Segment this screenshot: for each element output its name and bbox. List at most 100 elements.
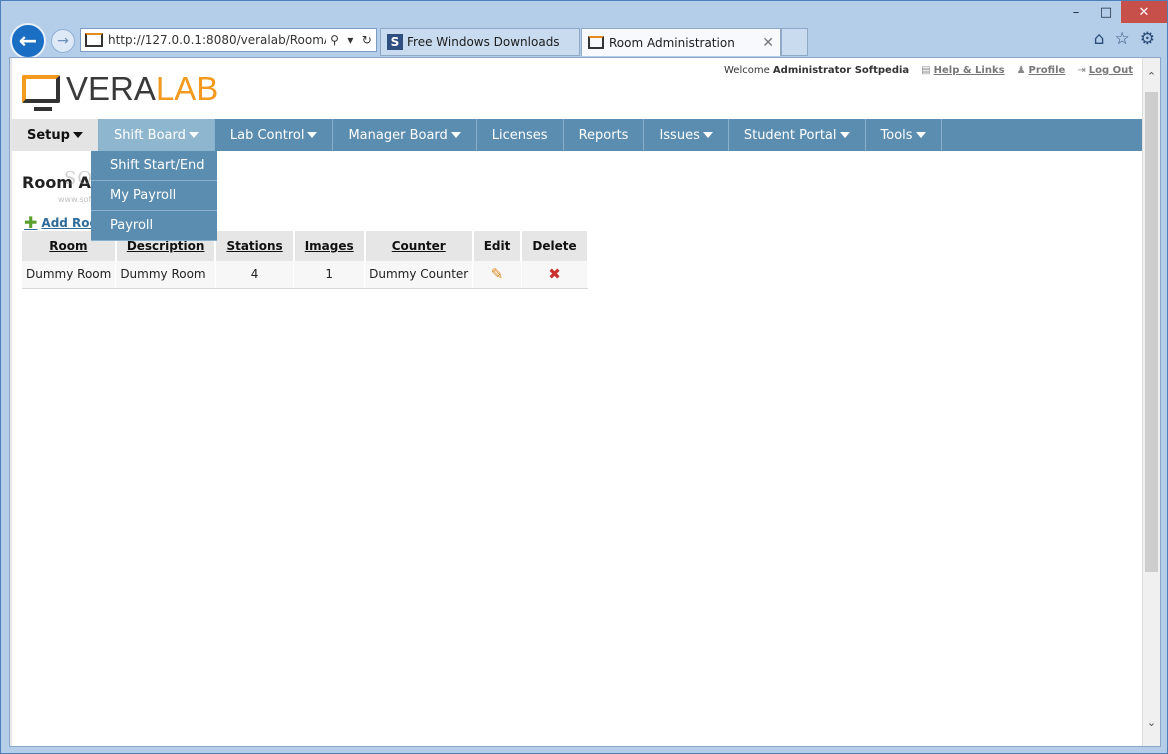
caret-down-icon bbox=[450, 132, 461, 138]
nav-issues[interactable]: Issues bbox=[644, 119, 729, 151]
dropdown-icon[interactable]: ▾ bbox=[347, 33, 353, 47]
nav-label: Licenses bbox=[491, 127, 548, 143]
logo-text-lab: LAB bbox=[155, 70, 219, 107]
cell-counter: Dummy Counter bbox=[364, 261, 474, 289]
nav-label: Reports bbox=[578, 127, 629, 143]
page-background: VERA LAB Welcome Administrator Softpedia… bbox=[10, 58, 1143, 746]
profile-user-icon: ♟ bbox=[1016, 65, 1026, 76]
nav-lab-control[interactable]: Lab Control bbox=[215, 119, 334, 151]
browser-toolbar: ← → http://127.0.0.1:8080/veralab/RoomAc… bbox=[1, 23, 1167, 59]
browser-window: – □ ✕ ← → http://127.0.0.1:8080/veralab/… bbox=[0, 0, 1168, 754]
col-delete: Delete bbox=[521, 231, 589, 261]
search-icon[interactable]: ⚲ bbox=[330, 33, 339, 47]
scroll-up-icon[interactable]: ⌃ bbox=[1143, 70, 1160, 88]
back-button[interactable]: ← bbox=[10, 23, 46, 59]
new-tab-button[interactable] bbox=[781, 28, 808, 56]
header-label[interactable]: Stations bbox=[226, 239, 282, 253]
address-url[interactable]: http://127.0.0.1:8080/veralab/RoomActio bbox=[108, 33, 326, 47]
nav-label: Issues bbox=[659, 127, 700, 143]
username: Administrator Softpedia bbox=[772, 65, 910, 76]
nav-label: Setup bbox=[27, 127, 70, 143]
close-window-button[interactable]: ✕ bbox=[1121, 1, 1167, 23]
logout-link[interactable]: Log Out bbox=[1089, 65, 1133, 76]
nav-label: Tools bbox=[880, 127, 913, 143]
help-link[interactable]: Help & Links bbox=[934, 65, 1005, 76]
favorites-star-icon[interactable]: ☆ bbox=[1115, 29, 1130, 49]
settings-gear-icon[interactable]: ⚙ bbox=[1140, 29, 1155, 49]
close-tab-icon[interactable]: ✕ bbox=[762, 35, 774, 51]
address-bar[interactable]: http://127.0.0.1:8080/veralab/RoomActio … bbox=[80, 28, 377, 52]
caret-down-icon bbox=[915, 132, 926, 138]
main-nav: Setup Shift Board Lab Control Manager Bo… bbox=[12, 119, 1143, 151]
header-label[interactable]: Images bbox=[305, 239, 354, 253]
home-icon[interactable]: ⌂ bbox=[1094, 29, 1105, 49]
vertical-scrollbar[interactable]: ⌃ ⌄ bbox=[1142, 58, 1160, 746]
refresh-icon[interactable]: ↻ bbox=[362, 33, 372, 47]
nav-label: Shift Board bbox=[113, 127, 186, 143]
softpedia-favicon-icon: S bbox=[387, 34, 403, 50]
shift-board-dropdown: Shift Start/End My Payroll Payroll bbox=[91, 151, 217, 241]
tab-label: Free Windows Downloads bbox=[407, 35, 560, 49]
welcome-label: Welcome bbox=[723, 65, 770, 76]
veralab-logo[interactable]: VERA LAB bbox=[22, 70, 219, 111]
veralab-favicon-icon bbox=[588, 36, 604, 49]
nav-manager-board[interactable]: Manager Board bbox=[333, 119, 477, 151]
caret-down-icon bbox=[72, 132, 83, 138]
cell-room: Dummy Room bbox=[22, 261, 117, 289]
monitor-logo-icon bbox=[22, 75, 60, 111]
caret-down-icon bbox=[839, 132, 850, 138]
minimize-button[interactable]: – bbox=[1061, 1, 1091, 23]
cell-edit: ✎ bbox=[472, 261, 522, 289]
cell-description: Dummy Room bbox=[115, 261, 216, 289]
tab-room-administration[interactable]: Room Administration ✕ bbox=[581, 28, 781, 56]
tab-free-windows-downloads[interactable]: S Free Windows Downloads bbox=[380, 28, 580, 56]
nav-label: Lab Control bbox=[229, 127, 305, 143]
nav-student-portal[interactable]: Student Portal bbox=[729, 119, 866, 151]
col-stations[interactable]: Stations bbox=[215, 231, 295, 261]
col-counter[interactable]: Counter bbox=[364, 231, 474, 261]
plus-icon: ✚ bbox=[24, 213, 38, 232]
nav-label: Student Portal bbox=[743, 127, 837, 143]
address-controls: ⚲ ▾ ↻ bbox=[326, 33, 376, 47]
nav-label: Manager Board bbox=[348, 127, 448, 143]
delete-x-icon[interactable]: ✖ bbox=[548, 265, 561, 283]
cell-images: 1 bbox=[293, 261, 366, 289]
page-viewport: VERA LAB Welcome Administrator Softpedia… bbox=[9, 57, 1161, 747]
window-controls: – □ ✕ bbox=[1061, 1, 1167, 23]
user-bar: Welcome Administrator Softpedia ▤ Help & … bbox=[724, 65, 1133, 76]
forward-button[interactable]: → bbox=[51, 29, 75, 53]
browser-right-icons: ⌂ ☆ ⚙ bbox=[1094, 29, 1155, 49]
edit-pencil-icon[interactable]: ✎ bbox=[491, 265, 504, 283]
col-images[interactable]: Images bbox=[293, 231, 366, 261]
caret-down-icon bbox=[307, 132, 318, 138]
logo-text-vera: VERA bbox=[66, 70, 156, 107]
header-label[interactable]: Description bbox=[127, 239, 205, 253]
nav-setup[interactable]: Setup bbox=[12, 119, 99, 151]
scroll-down-icon[interactable]: ⌄ bbox=[1143, 716, 1160, 734]
nav-licenses[interactable]: Licenses bbox=[477, 119, 564, 151]
nav-reports[interactable]: Reports bbox=[564, 119, 645, 151]
help-document-icon: ▤ bbox=[921, 65, 931, 76]
cell-stations: 4 bbox=[215, 261, 295, 289]
help-links[interactable]: ▤ Help & Links bbox=[921, 65, 1004, 76]
menu-item-payroll[interactable]: Payroll bbox=[91, 211, 217, 241]
nav-shift-board[interactable]: Shift Board bbox=[98, 119, 215, 151]
logout-icon: ⇥ bbox=[1077, 65, 1086, 76]
header-label[interactable]: Room bbox=[49, 239, 87, 253]
table-row: Dummy Room Dummy Room 4 1 Dummy Counter … bbox=[22, 261, 589, 289]
scroll-thumb[interactable] bbox=[1145, 92, 1158, 572]
cell-delete: ✖ bbox=[521, 261, 589, 289]
profile-link-wrap[interactable]: ♟ Profile bbox=[1017, 65, 1066, 76]
welcome-text: Welcome Administrator Softpedia bbox=[724, 65, 909, 76]
site-header: VERA LAB Welcome Administrator Softpedia… bbox=[12, 58, 1143, 119]
menu-item-my-payroll[interactable]: My Payroll bbox=[91, 181, 217, 211]
tab-label: Room Administration bbox=[609, 35, 735, 50]
site-favicon-icon bbox=[85, 33, 103, 47]
profile-link[interactable]: Profile bbox=[1029, 65, 1066, 76]
logout-link-wrap[interactable]: ⇥ Log Out bbox=[1077, 65, 1133, 76]
maximize-button[interactable]: □ bbox=[1091, 1, 1121, 23]
caret-down-icon bbox=[188, 132, 199, 138]
menu-item-shift-start-end[interactable]: Shift Start/End bbox=[91, 151, 217, 181]
header-label[interactable]: Counter bbox=[392, 239, 446, 253]
nav-tools[interactable]: Tools bbox=[866, 119, 942, 151]
